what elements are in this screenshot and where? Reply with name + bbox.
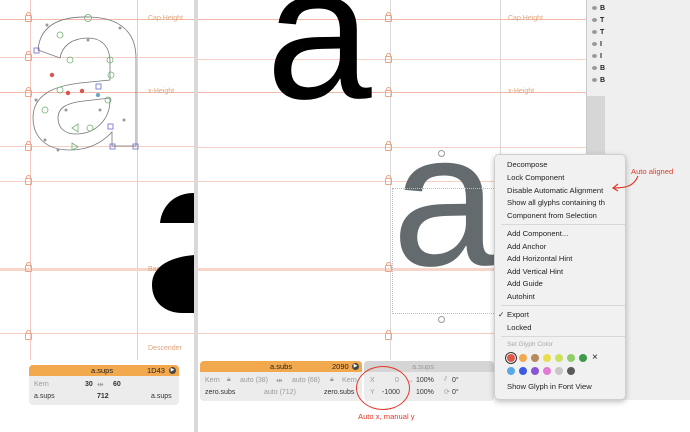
- glyph-outline-a[interactable]: [0, 0, 194, 200]
- kern-label: Kern: [34, 381, 49, 388]
- sidebar-item[interactable]: T: [592, 17, 604, 24]
- menu-item-add-component[interactable]: Add Component...: [507, 229, 568, 238]
- menu-item-decompose[interactable]: Decompose: [507, 160, 548, 169]
- sidebar-item[interactable]: I: [592, 53, 602, 60]
- width-value[interactable]: auto (712): [264, 389, 296, 396]
- left-group[interactable]: zero.subs: [205, 389, 235, 396]
- component-bounding-box: [392, 188, 498, 314]
- slant-value[interactable]: 0°: [452, 377, 459, 384]
- glyph-info-header: a.subs 2090 ▶: [200, 361, 362, 372]
- sidebar-item[interactable]: I: [592, 41, 602, 48]
- component-anchor-point[interactable]: [438, 150, 445, 157]
- lock-icon[interactable]: [385, 53, 392, 63]
- lock-icon[interactable]: 🔒︎: [330, 376, 334, 384]
- color-swatch-blue[interactable]: [519, 367, 527, 375]
- rsb-value[interactable]: 60: [113, 381, 121, 388]
- lsb-value[interactable]: 30: [85, 381, 93, 388]
- color-swatch-orange[interactable]: [519, 354, 527, 362]
- menu-item-add-horizontal-hint[interactable]: Add Horizontal Hint: [507, 254, 572, 263]
- color-swatch-green[interactable]: [567, 354, 575, 362]
- link-metrics-icon[interactable]: ⇹: [276, 376, 283, 385]
- kern-right-label: Kern: [342, 377, 357, 384]
- annotation-circle: [356, 366, 410, 410]
- x-height-label: x-Height: [508, 88, 535, 95]
- lock-icon[interactable]: [385, 175, 392, 185]
- color-swatch-magenta[interactable]: [543, 367, 551, 375]
- glyph-name[interactable]: a.sups: [91, 366, 113, 375]
- color-swatch-red[interactable]: [505, 352, 517, 364]
- left-glyph-panel[interactable]: Cap Height x-Height Baseline Descender: [0, 0, 194, 432]
- lock-icon[interactable]: [385, 330, 392, 340]
- rotate-icon: ⟳: [444, 389, 450, 396]
- lock-icon[interactable]: [25, 330, 32, 340]
- color-swatch-light-gray[interactable]: [555, 367, 563, 375]
- annotation-auto-x-manual-y: Auto x, manual y: [358, 412, 415, 421]
- scale-y-value[interactable]: 100%: [416, 389, 434, 396]
- width-value[interactable]: 712: [97, 393, 109, 400]
- color-swatch-purple[interactable]: [531, 367, 539, 375]
- context-menu: Decompose Lock Component Disable Automat…: [494, 154, 626, 400]
- color-swatch-brown[interactable]: [531, 354, 539, 362]
- unicode-value[interactable]: 1D43: [147, 366, 165, 375]
- menu-item-autohint[interactable]: Autohint: [507, 292, 535, 301]
- annotation-arrow: [611, 175, 639, 192]
- menu-item-lock-component[interactable]: Lock Component: [507, 173, 564, 182]
- sidebar-item[interactable]: B: [592, 65, 605, 72]
- glyph-info-box-left: a.sups 1D43 ▶ Kern 30 ⇹ 60 a.sups 712 a.…: [29, 365, 179, 405]
- glyph-preview-a: a: [266, 0, 372, 139]
- color-swatch-light-green[interactable]: [555, 354, 563, 362]
- sidebar-scroll-track[interactable]: [587, 96, 605, 154]
- kern-label: Kern: [205, 377, 220, 384]
- glyph-info-box-main: a.subs 2090 ▶ Kern 🔒︎ auto (38) ⇹ auto (…: [200, 361, 362, 401]
- descender-label: Descender: [148, 345, 182, 352]
- slant-icon: ⫽: [444, 376, 448, 383]
- glyph-info-header: a.sups 1D43 ▶: [29, 365, 179, 376]
- menu-item-show-glyph-in-font-view[interactable]: Show Glyph in Font View: [507, 382, 592, 391]
- set-glyph-color-label: Set Glyph Color: [507, 341, 553, 348]
- color-swatch-dark-green[interactable]: [579, 354, 587, 362]
- menu-item-component-from-selection[interactable]: Component from Selection: [507, 211, 597, 220]
- export-checkmark: ✓: [498, 310, 505, 319]
- sidebar-item[interactable]: B: [592, 77, 605, 84]
- rotation-value[interactable]: 0°: [452, 389, 459, 396]
- width-header-value[interactable]: 2090: [332, 362, 349, 371]
- menu-separator: [501, 305, 625, 306]
- menu-item-add-anchor[interactable]: Add Anchor: [507, 242, 546, 251]
- component-anchor-point[interactable]: [438, 316, 445, 323]
- link-metrics-icon[interactable]: ⇹: [97, 380, 104, 389]
- menu-item-show-all-glyphs[interactable]: Show all glyphs containing th: [507, 198, 605, 207]
- rsb-value[interactable]: auto (68): [292, 377, 320, 384]
- glyph-name[interactable]: a.subs: [270, 362, 292, 371]
- lock-icon[interactable]: [25, 262, 32, 272]
- menu-item-disable-automatic-alignment[interactable]: Disable Automatic Alignment: [507, 186, 603, 195]
- component-name[interactable]: a.sups: [412, 362, 434, 371]
- sidebar-item[interactable]: T: [592, 29, 604, 36]
- clear-color-icon[interactable]: ×: [592, 352, 598, 363]
- arrow-right-icon[interactable]: ▶: [169, 367, 176, 374]
- menu-separator: [501, 224, 625, 225]
- lock-icon[interactable]: [385, 87, 392, 97]
- menu-separator: [501, 336, 625, 337]
- menu-item-export[interactable]: Export: [507, 310, 529, 319]
- sidebar-item[interactable]: B: [592, 5, 605, 12]
- menu-item-add-vertical-hint[interactable]: Add Vertical Hint: [507, 267, 563, 276]
- cap-height-line-2: [198, 59, 590, 60]
- lock-icon[interactable]: [385, 12, 392, 22]
- color-swatch-light-blue[interactable]: [507, 367, 515, 375]
- menu-item-add-guide[interactable]: Add Guide: [507, 279, 543, 288]
- color-swatch-yellow[interactable]: [543, 354, 551, 362]
- right-group[interactable]: zero.subs: [324, 389, 354, 396]
- lock-icon[interactable]: [385, 141, 392, 151]
- glyph-preview-a-partial: [152, 193, 194, 313]
- lsb-value[interactable]: auto (38): [240, 377, 268, 384]
- color-swatch-dark-gray[interactable]: [567, 367, 575, 375]
- right-group[interactable]: a.sups: [151, 393, 172, 400]
- left-group[interactable]: a.sups: [34, 393, 55, 400]
- lock-icon[interactable]: [385, 262, 392, 272]
- cap-height-label: Cap Height: [508, 15, 544, 22]
- menu-item-locked[interactable]: Locked: [507, 323, 532, 332]
- arrow-right-icon[interactable]: ▶: [352, 363, 359, 370]
- scale-x-value[interactable]: 100%: [416, 377, 434, 384]
- lock-icon[interactable]: 🔒︎: [227, 376, 231, 384]
